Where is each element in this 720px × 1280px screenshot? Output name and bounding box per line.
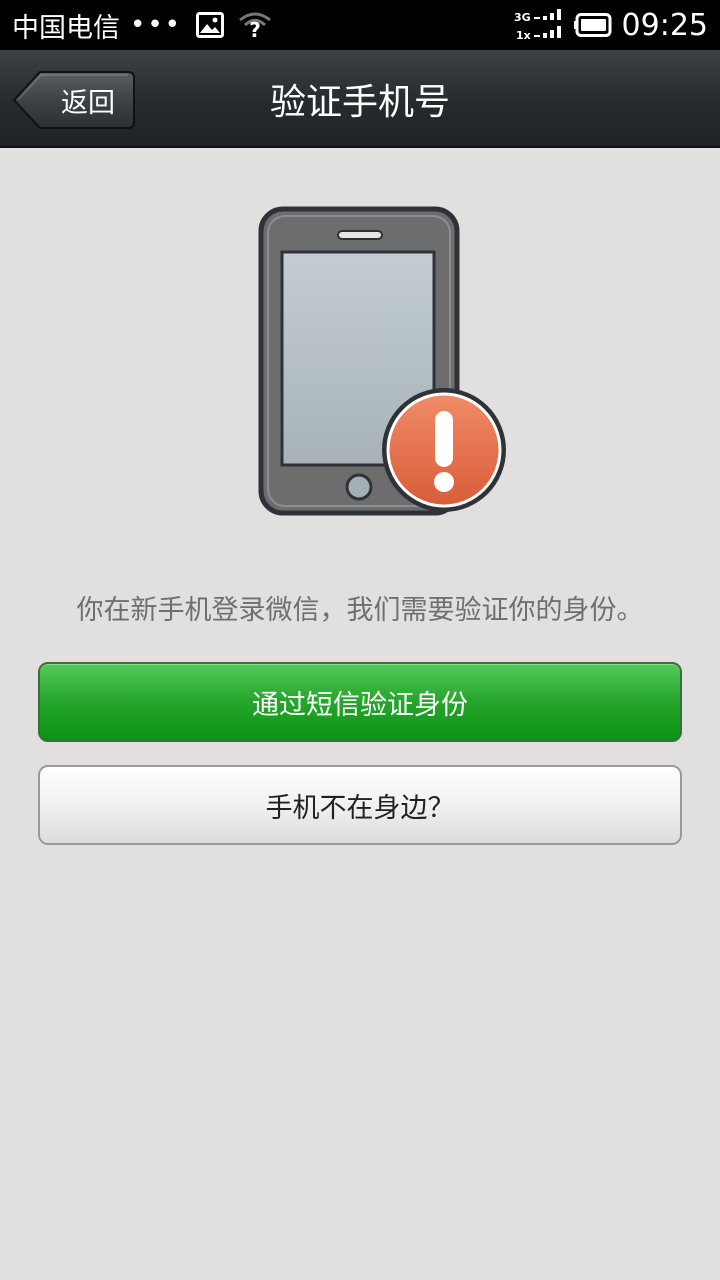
network-top-label: 3G [514,11,531,24]
warning-exclamation [435,411,453,467]
back-button-label: 返回 [61,87,115,119]
wifi-unknown-icon: ? [239,12,271,39]
phone-warning-icon [258,206,506,516]
network-bottom-label: 1x [516,29,531,42]
signal-icon: 3G 1x [514,9,561,42]
status-left: 中国电信 ••• ? [12,6,272,45]
carrier-label: 中国电信 [12,12,120,44]
clock: 09:25 [621,7,708,43]
back-button[interactable]: 返回 [12,70,136,130]
verification-message: 你在新手机登录微信，我们需要验证你的身份。 [76,595,644,626]
status-bar: 中国电信 ••• ? 3G 1x 09:25 [0,0,720,50]
status-right: 3G 1x 09:25 [514,8,708,43]
title-bar: 返回 验证手机号 [0,50,720,148]
svg-text:?: ? [249,18,261,39]
battery-icon [573,13,612,37]
sms-verify-button[interactable]: 通过短信验证身份 [38,662,682,742]
phone-not-nearby-button[interactable]: 手机不在身边？ [38,765,682,845]
gallery-icon [196,12,225,38]
more-dots: ••• [130,10,183,40]
